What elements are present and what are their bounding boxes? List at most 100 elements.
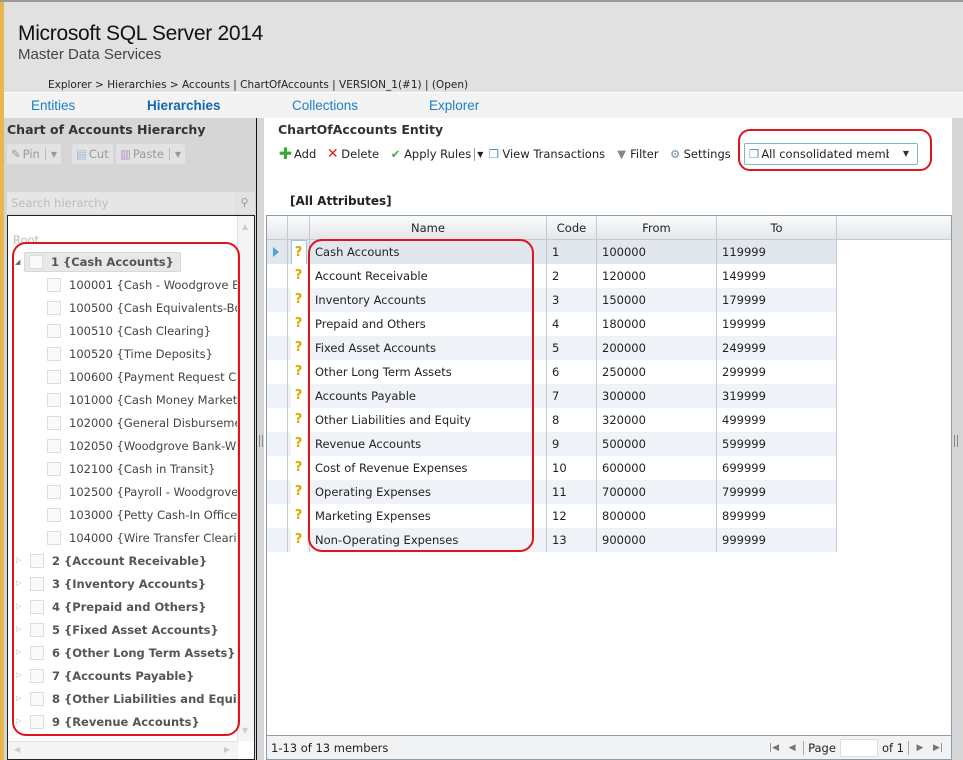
node-checkbox[interactable] [47,462,61,476]
cell-code[interactable]: 10 [547,456,597,480]
validation-status-cell[interactable]: ? [288,528,310,552]
filter-button[interactable]: ▼ Filter [614,147,658,161]
table-row[interactable]: ? Prepaid and Others 4 180000 199999 [267,312,837,336]
cell-to[interactable]: 999999 [717,528,837,552]
validation-status-cell[interactable]: ? [288,408,310,432]
cell-from[interactable]: 250000 [597,360,717,384]
cell-from[interactable]: 200000 [597,336,717,360]
cell-code[interactable]: 5 [547,336,597,360]
cell-from[interactable]: 300000 [597,384,717,408]
cell-to[interactable]: 119999 [717,240,837,264]
scroll-up-icon[interactable]: ▲ [242,222,248,231]
cell-name[interactable]: Other Long Term Assets [310,360,547,384]
cell-from[interactable]: 100000 [597,240,717,264]
cell-code[interactable]: 6 [547,360,597,384]
validation-status-cell[interactable]: ? [288,312,310,336]
apply-rules-button[interactable]: ✔ Apply Rules ▼ [388,147,484,161]
tree-node-leaf[interactable]: 103000 {Petty Cash-In Office} [47,505,245,525]
cell-from[interactable]: 600000 [597,456,717,480]
tree-node-leaf[interactable]: 101000 {Cash Money Market I [47,390,244,410]
table-row[interactable]: ? Accounts Payable 7 300000 319999 [267,384,837,408]
tree-node-leaf[interactable]: 102500 {Payroll - Woodgrove [47,482,238,502]
tree-node-parent[interactable]: ◢ 1 {Cash Accounts} [15,252,181,272]
tree-node-parent[interactable]: ▷ 7 {Accounts Payable} [16,666,194,686]
row-indicator-cell[interactable] [267,480,288,504]
cell-from[interactable]: 320000 [597,408,717,432]
splitter-grip-icon[interactable] [259,435,263,447]
table-row[interactable]: ? Non-Operating Expenses 13 900000 999999 [267,528,837,552]
node-checkbox[interactable] [30,577,44,591]
add-button[interactable]: ✚ Add [278,146,316,162]
node-checkbox[interactable] [47,485,61,499]
validation-status-cell[interactable]: ? [288,384,310,408]
cell-code[interactable]: 3 [547,288,597,312]
tree-node-leaf[interactable]: 100500 {Cash Equivalents-Bo [47,298,242,318]
cell-from[interactable]: 800000 [597,504,717,528]
cell-name[interactable]: Operating Expenses [310,480,547,504]
cell-name[interactable]: Revenue Accounts [310,432,547,456]
nav-hierarchies[interactable]: Hierarchies [147,98,221,113]
node-checkbox[interactable] [47,531,61,545]
expand-arrow-icon[interactable]: ▷ [16,556,21,564]
paste-button[interactable]: ▥ Paste ▼ [116,144,186,164]
row-indicator-cell[interactable] [267,384,288,408]
row-indicator-cell[interactable] [267,360,288,384]
validation-status-cell[interactable]: ? [288,264,310,288]
delete-button[interactable]: ✕ Delete [325,146,379,162]
row-indicator-cell[interactable] [267,336,288,360]
node-checkbox[interactable] [30,646,44,660]
right-panel-splitter[interactable] [952,118,963,760]
node-checkbox[interactable] [47,301,61,315]
view-transactions-button[interactable]: ❐ View Transactions [486,147,605,161]
expand-arrow-icon[interactable]: ▷ [16,671,21,679]
scroll-left-icon[interactable]: ◀ [14,745,20,754]
next-page-icon[interactable]: ▶ [913,743,927,753]
tree-node-parent[interactable]: ▷ 2 {Account Receivable} [16,551,207,571]
node-checkbox[interactable] [47,416,61,430]
node-checkbox[interactable] [30,692,44,706]
tree-node-leaf[interactable]: 100001 {Cash - Woodgrove Ba [47,275,247,295]
tree-node-leaf[interactable]: 102000 {General Disbursemer [47,413,246,433]
row-indicator-cell[interactable] [267,240,288,264]
cell-to[interactable]: 249999 [717,336,837,360]
scroll-down-icon[interactable]: ▼ [242,726,248,735]
validation-status-cell[interactable]: ? [288,432,310,456]
panel-splitter[interactable] [256,118,264,760]
tree-node-parent[interactable]: ▷ 9 {Revenue Accounts} [16,712,200,732]
validation-status-cell[interactable]: ? [288,240,310,266]
table-row[interactable]: ? Fixed Asset Accounts 5 200000 249999 [267,336,837,360]
cell-name[interactable]: Fixed Asset Accounts [310,336,547,360]
cell-to[interactable]: 319999 [717,384,837,408]
search-button[interactable]: ⚲ [234,192,255,214]
row-indicator-cell[interactable] [267,312,288,336]
chevron-down-icon[interactable]: ▼ [175,150,181,159]
scroll-right-icon[interactable]: ▶ [224,745,230,754]
cut-button[interactable]: ▤ Cut [72,144,113,164]
cell-code[interactable]: 11 [547,480,597,504]
cell-name[interactable]: Cost of Revenue Expenses [310,456,547,480]
cell-name[interactable]: Marketing Expenses [310,504,547,528]
column-header-to[interactable]: To [717,216,837,240]
row-indicator-cell[interactable] [267,528,288,552]
column-header-from[interactable]: From [597,216,717,240]
table-row[interactable]: ? Marketing Expenses 12 800000 899999 [267,504,837,528]
cell-name[interactable]: Prepaid and Others [310,312,547,336]
tree-node-parent[interactable]: ▷ 5 {Fixed Asset Accounts} [16,620,219,640]
row-indicator-cell[interactable] [267,504,288,528]
tree-node-leaf[interactable]: 100600 {Payment Request Cle [47,367,247,387]
tree-node-parent[interactable]: ▷ 4 {Prepaid and Others} [16,597,206,617]
cell-name[interactable]: Accounts Payable [310,384,547,408]
node-checkbox[interactable] [30,554,44,568]
tree-node-parent[interactable]: ▷ 8 {Other Liabilities and Equity [16,689,250,709]
tree-horizontal-scrollbar[interactable]: ◀ ▶ [8,741,238,759]
table-row[interactable]: ? Account Receivable 2 120000 149999 [267,264,837,288]
node-checkbox[interactable] [30,623,44,637]
cell-name[interactable]: Inventory Accounts [310,288,547,312]
collapse-arrow-icon[interactable]: ◢ [15,258,20,266]
cell-to[interactable]: 699999 [717,456,837,480]
cell-from[interactable]: 500000 [597,432,717,456]
tree-node-leaf[interactable]: 104000 {Wire Transfer Clearin [47,528,244,548]
node-checkbox[interactable] [47,393,61,407]
node-checkbox[interactable] [47,508,61,522]
cell-name[interactable]: Other Liabilities and Equity [310,408,547,432]
